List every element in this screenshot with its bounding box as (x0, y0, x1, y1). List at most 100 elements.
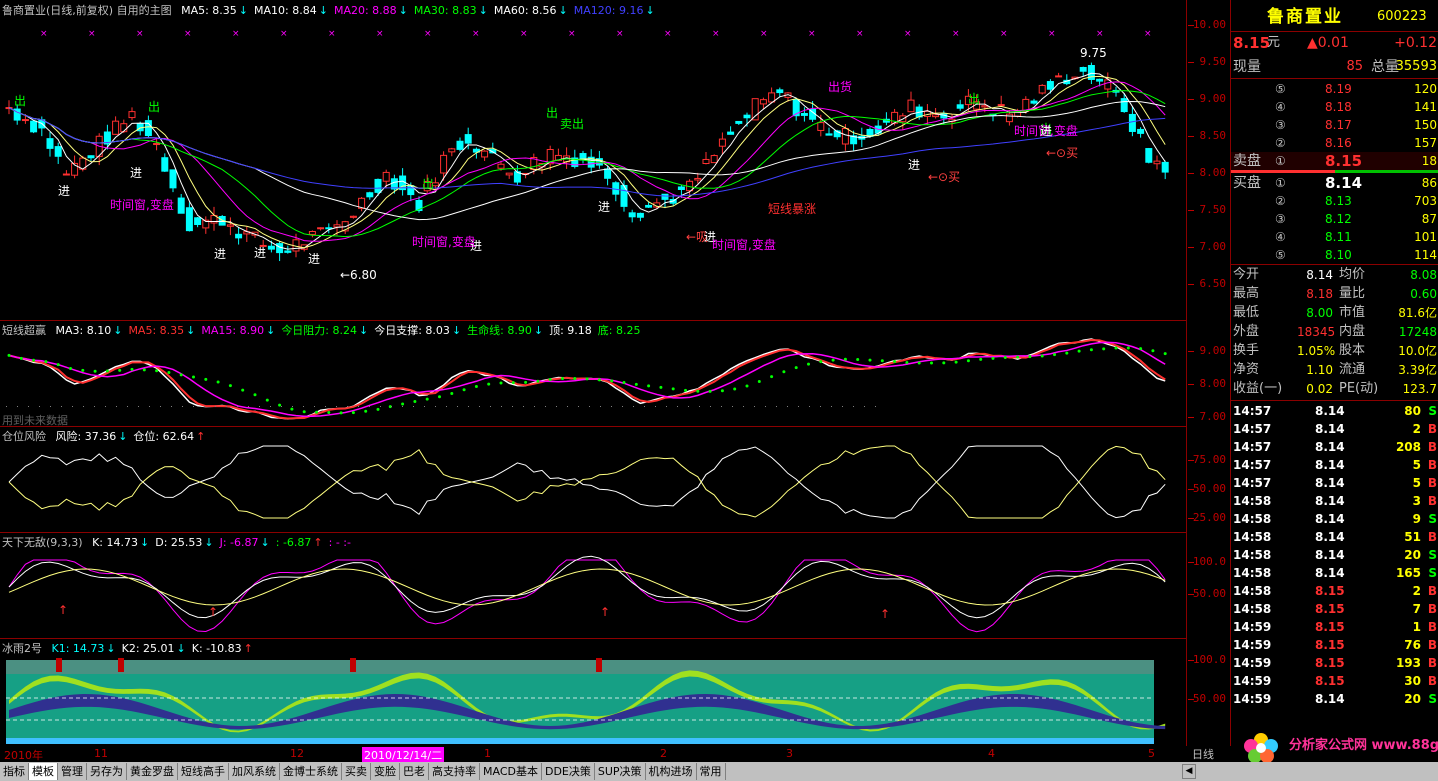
main-kline-pane[interactable]: 鲁商置业(日线,前复权) 自用的主图 MA5: 8.35 ↓ MA10: 8.84 ↓… (0, 0, 1186, 321)
bottom-tab[interactable]: 机构进场 (646, 763, 697, 780)
lifeline-dot (179, 373, 183, 377)
kline-chart[interactable]: × × × × × × × × × × × × × × × × × × × × × × × × (0, 0, 1186, 320)
indicator-arrow: ↓ (359, 324, 369, 337)
tick-time: 14:57 (1233, 476, 1272, 490)
stat-value: 8.18 (1306, 287, 1333, 301)
lifeline-dot (856, 357, 860, 361)
lifeline-dot (1102, 347, 1106, 351)
lifeline-dot (302, 410, 306, 414)
axis-tick-mark (1188, 136, 1194, 137)
ask-row: ② 8.16 157 (1231, 134, 1438, 152)
tick-side: B (1427, 530, 1437, 544)
lifeline-dot (536, 379, 540, 383)
ask-index: ③ (1275, 118, 1286, 132)
bid-index: ② (1275, 194, 1286, 208)
main-pane-title: 鲁商置业(日线,前复权) 自用的主图 (2, 4, 172, 17)
tick-price: 8.14 (1315, 476, 1345, 490)
chart-annotation: 进 (214, 247, 227, 261)
stat-label: 外盘 (1233, 324, 1260, 339)
bottom-tab[interactable]: MACD基本 (480, 763, 542, 780)
indicator-value: MA15: 8.90 (201, 324, 265, 337)
indicator-value: 生命线: 8.90 (467, 324, 532, 337)
bottom-tab[interactable]: 金博士系统 (280, 763, 342, 780)
bid-ask-divider (1231, 170, 1438, 173)
lifeline-dot (942, 361, 946, 365)
tick-time: 14:57 (1233, 440, 1272, 454)
axis-tick-label: 7.00 (1199, 410, 1227, 423)
bottom-tab[interactable]: 黄金罗盘 (127, 763, 178, 780)
kdj-pane[interactable]: 天下无敌(9,3,3) K: 14.73 ↓ D: 25.53 ↓ J: -6.87 ↓:… (0, 532, 1186, 639)
tick-price: 8.14 (1315, 548, 1345, 562)
bottom-tab[interactable]: 加风系统 (229, 763, 280, 780)
bottom-tab[interactable]: 短线高手 (178, 763, 229, 780)
bottom-tab[interactable]: SUP决策 (595, 763, 646, 780)
position-risk-pane[interactable]: 仓位风险 风险: 37.36 ↓ 仓位: 62.64 ↑ (0, 426, 1186, 533)
indicator-value: MA10: 8.84 (254, 4, 317, 17)
bottom-tab[interactable]: 巴老 (400, 763, 429, 780)
indicator-value: 风险: 37.36 (55, 430, 117, 443)
stat-row: 换手 1.05% 股本 10.0亿 (1231, 342, 1438, 360)
bid-price: 8.12 (1325, 212, 1352, 226)
stat-label: PE(动) (1339, 381, 1379, 396)
axis-tick-mark (1188, 62, 1194, 63)
signal-marker (56, 658, 62, 672)
indicator-value: 仓位: 62.64 (133, 430, 195, 443)
tick-volume: 3 (1412, 494, 1421, 508)
stat-value: 3.39亿 (1398, 363, 1437, 377)
indicator-value: MA3: 8.10 (55, 324, 112, 337)
quote-panel: 鲁商置业 600223 8.15 元 ▲0.01 +0.12 现量 85 总量 … (1230, 0, 1438, 763)
tick-row: 14:57 8.14 80 S (1231, 402, 1438, 420)
chart-annotation: 时间窗,变盘 (412, 235, 476, 249)
axis-tick-label: 7.00 (1199, 240, 1227, 253)
indicator-arrow: ↓ (113, 324, 123, 337)
lifeline-dot (720, 389, 724, 393)
zongliang-value: 35593 (1395, 59, 1437, 74)
bottom-tab[interactable]: 指标 (0, 763, 29, 780)
bottom-tab[interactable]: 常用 (697, 763, 726, 780)
chart-annotation: ←6.80 (340, 268, 377, 282)
bottom-tab[interactable]: 变脸 (371, 763, 400, 780)
lifeline-dot (32, 358, 36, 362)
axis-tick-label: 50.00 (1192, 482, 1226, 495)
stat-label: 均价 (1339, 267, 1366, 282)
moving-average-line (8, 81, 1166, 242)
scroll-left-icon[interactable]: ◀ (1182, 764, 1196, 779)
top-marker: × (184, 29, 192, 39)
tick-row: 14:58 8.15 7 B (1231, 600, 1438, 618)
lifeline-dot (770, 375, 774, 379)
tick-side: B (1427, 422, 1437, 436)
top-marker: × (664, 29, 672, 39)
bottom-tab[interactable]: 另存为 (87, 763, 127, 780)
indicator-value: K: -10.83 (191, 642, 242, 655)
bottom-tab[interactable]: DDE决策 (542, 763, 595, 780)
ask-price: 8.16 (1325, 136, 1352, 150)
bingyu-pane[interactable]: 冰雨2号 K1: 14.73 ↓ K2: 25.01 ↓ K: -10.83 ↑ (0, 638, 1186, 746)
chart-annotation: ←⊙买 (928, 170, 961, 184)
axis-tick-label: 50.00 (1192, 692, 1226, 705)
tick-side: B (1427, 476, 1437, 490)
ask-row: ④ 8.18 141 (1231, 98, 1438, 116)
indicator-value: 顶: 9.18 (549, 324, 592, 337)
stat-label: 量比 (1339, 286, 1366, 301)
pane4-axis: 100.0 50.00 (1186, 532, 1230, 638)
chart-area[interactable]: 鲁商置业(日线,前复权) 自用的主图 MA5: 8.35 ↓ MA10: 8.84 ↓… (0, 0, 1187, 746)
date-label: 2010/12/14/二 (362, 747, 445, 763)
top-marker: × (88, 29, 96, 39)
lifeline-dot (1040, 354, 1044, 358)
bottom-tab[interactable]: 高支持率 (429, 763, 480, 780)
period-label[interactable]: 日线 (1192, 746, 1214, 762)
lifeline-dot (105, 369, 109, 373)
bottom-tab[interactable]: 管理 (58, 763, 87, 780)
tick-price: 8.15 (1315, 620, 1345, 634)
moving-average-line (8, 75, 1166, 249)
lifeline-dot (315, 410, 318, 414)
chart-annotation: 9.75 (1080, 46, 1107, 60)
indicator-value: K1: 14.73 (51, 642, 105, 655)
xianliang-label: 现量 (1233, 59, 1261, 75)
lifeline-dot (868, 358, 872, 362)
bottom-tab[interactable]: 买卖 (342, 763, 371, 780)
lifeline-dot (671, 387, 675, 391)
short-term-pane[interactable]: 短线超赢 MA3: 8.10 ↓ MA5: 8.35 ↓ MA15: 8.90 ↓ 今日阻力… (0, 320, 1186, 427)
bottom-tab[interactable]: 模板 (29, 763, 58, 780)
top-marker: × (40, 29, 48, 39)
